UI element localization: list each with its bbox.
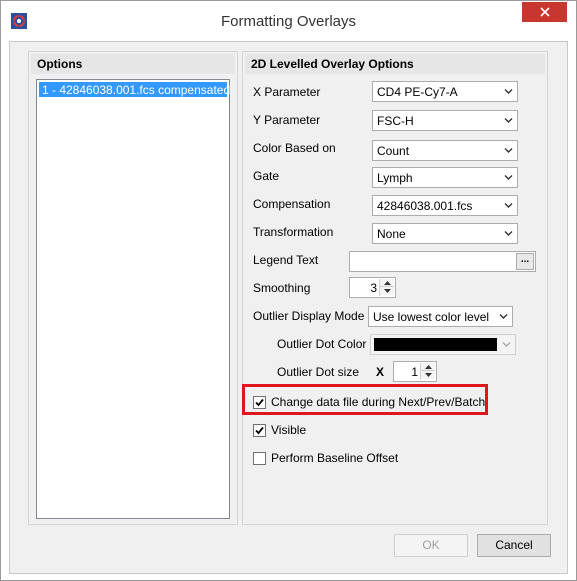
color-based-on-value: Count (377, 144, 410, 158)
visible-checkbox[interactable] (253, 423, 266, 437)
gate-value: Lymph (377, 171, 413, 185)
options-panel-header: Options (31, 54, 235, 74)
x-parameter-value: CD4 PE-Cy7-A (377, 85, 458, 99)
chevron-down-icon (502, 342, 511, 347)
smoothing-stepper[interactable]: 3 (349, 277, 396, 298)
gate-label: Gate (253, 169, 280, 183)
smoothing-down-button[interactable] (380, 287, 394, 295)
outlier-dot-color-picker[interactable] (370, 334, 516, 355)
outlier-dot-size-up-button[interactable] (421, 363, 435, 371)
chevron-down-icon (499, 314, 508, 319)
baseline-offset-checkbox[interactable] (253, 451, 266, 465)
caret-up-icon (424, 364, 432, 369)
compensation-value: 42846038.001.fcs (377, 199, 473, 213)
overlay-options-panel-header: 2D Levelled Overlay Options (245, 54, 545, 74)
color-based-on-label: Color Based on (253, 141, 336, 155)
caret-down-icon (383, 289, 391, 293)
caret-down-icon (424, 373, 432, 377)
chevron-down-icon (504, 118, 513, 123)
smoothing-value: 3 (370, 281, 377, 295)
outlier-dot-size-prefix: X (376, 365, 385, 379)
transformation-dropdown[interactable]: None (372, 223, 518, 244)
outlier-dot-size-stepper[interactable]: 1 (393, 361, 437, 382)
legend-text-label: Legend Text (253, 253, 319, 267)
list-item[interactable]: 1 - 42846038.001.fcs compensated (39, 82, 230, 97)
annotation-highlight-box (242, 384, 488, 415)
x-parameter-dropdown[interactable]: CD4 PE-Cy7-A (372, 81, 518, 102)
baseline-offset-label: Perform Baseline Offset (271, 451, 399, 465)
caret-up-icon (383, 280, 391, 285)
outlier-dot-size-down-button[interactable] (421, 371, 435, 379)
options-panel: Options 1 - 42846038.001.fcs compensated (28, 51, 238, 525)
outlier-dot-color-label: Outlier Dot Color (277, 337, 367, 351)
outlier-display-mode-value: Use lowest color level (373, 310, 490, 324)
outlier-dot-size-label: Outlier Dot size (277, 365, 360, 379)
outlier-dot-size-spin-buttons (420, 363, 435, 380)
checkmark-icon (255, 426, 264, 434)
title-bar[interactable]: Formatting Overlays (1, 1, 576, 41)
transformation-label: Transformation (253, 225, 334, 239)
formatting-overlays-window: Formatting Overlays Options 1 - 42846038… (0, 0, 577, 581)
color-swatch (374, 338, 497, 351)
y-parameter-value: FSC-H (377, 114, 414, 128)
visible-checkbox-row[interactable]: Visible (253, 422, 306, 438)
chevron-down-icon (504, 231, 513, 236)
outlier-display-mode-dropdown[interactable]: Use lowest color level (368, 306, 513, 327)
compensation-dropdown[interactable]: 42846038.001.fcs (372, 195, 518, 216)
smoothing-spin-buttons (379, 279, 394, 296)
visible-label: Visible (271, 423, 307, 437)
gate-dropdown[interactable]: Lymph (372, 167, 518, 188)
chevron-down-icon (504, 148, 513, 153)
outlier-dot-size-value: 1 (411, 365, 418, 379)
smoothing-up-button[interactable] (380, 279, 394, 287)
y-parameter-label: Y Parameter (253, 113, 321, 127)
chevron-down-icon (504, 89, 513, 94)
transformation-value: None (377, 227, 406, 241)
legend-text-browse-button[interactable]: ... (516, 253, 534, 270)
x-parameter-label: X Parameter (253, 85, 321, 99)
options-listbox[interactable]: 1 - 42846038.001.fcs compensated (36, 79, 230, 519)
smoothing-label: Smoothing (253, 281, 311, 295)
ok-button[interactable]: OK (394, 534, 468, 557)
compensation-label: Compensation (253, 197, 331, 211)
dialog-client-area: Options 1 - 42846038.001.fcs compensated… (9, 41, 568, 574)
window-title: Formatting Overlays (220, 13, 357, 30)
baseline-offset-checkbox-row[interactable]: Perform Baseline Offset (253, 450, 398, 466)
close-button[interactable] (522, 2, 567, 22)
chevron-down-icon (504, 203, 513, 208)
cancel-button[interactable]: Cancel (477, 534, 551, 557)
chevron-down-icon (504, 175, 513, 180)
close-icon (539, 7, 550, 17)
outlier-display-mode-label: Outlier Display Mode (253, 309, 365, 323)
y-parameter-dropdown[interactable]: FSC-H (372, 110, 518, 131)
color-based-on-dropdown[interactable]: Count (372, 140, 518, 161)
legend-text-input[interactable]: ... (349, 251, 536, 272)
